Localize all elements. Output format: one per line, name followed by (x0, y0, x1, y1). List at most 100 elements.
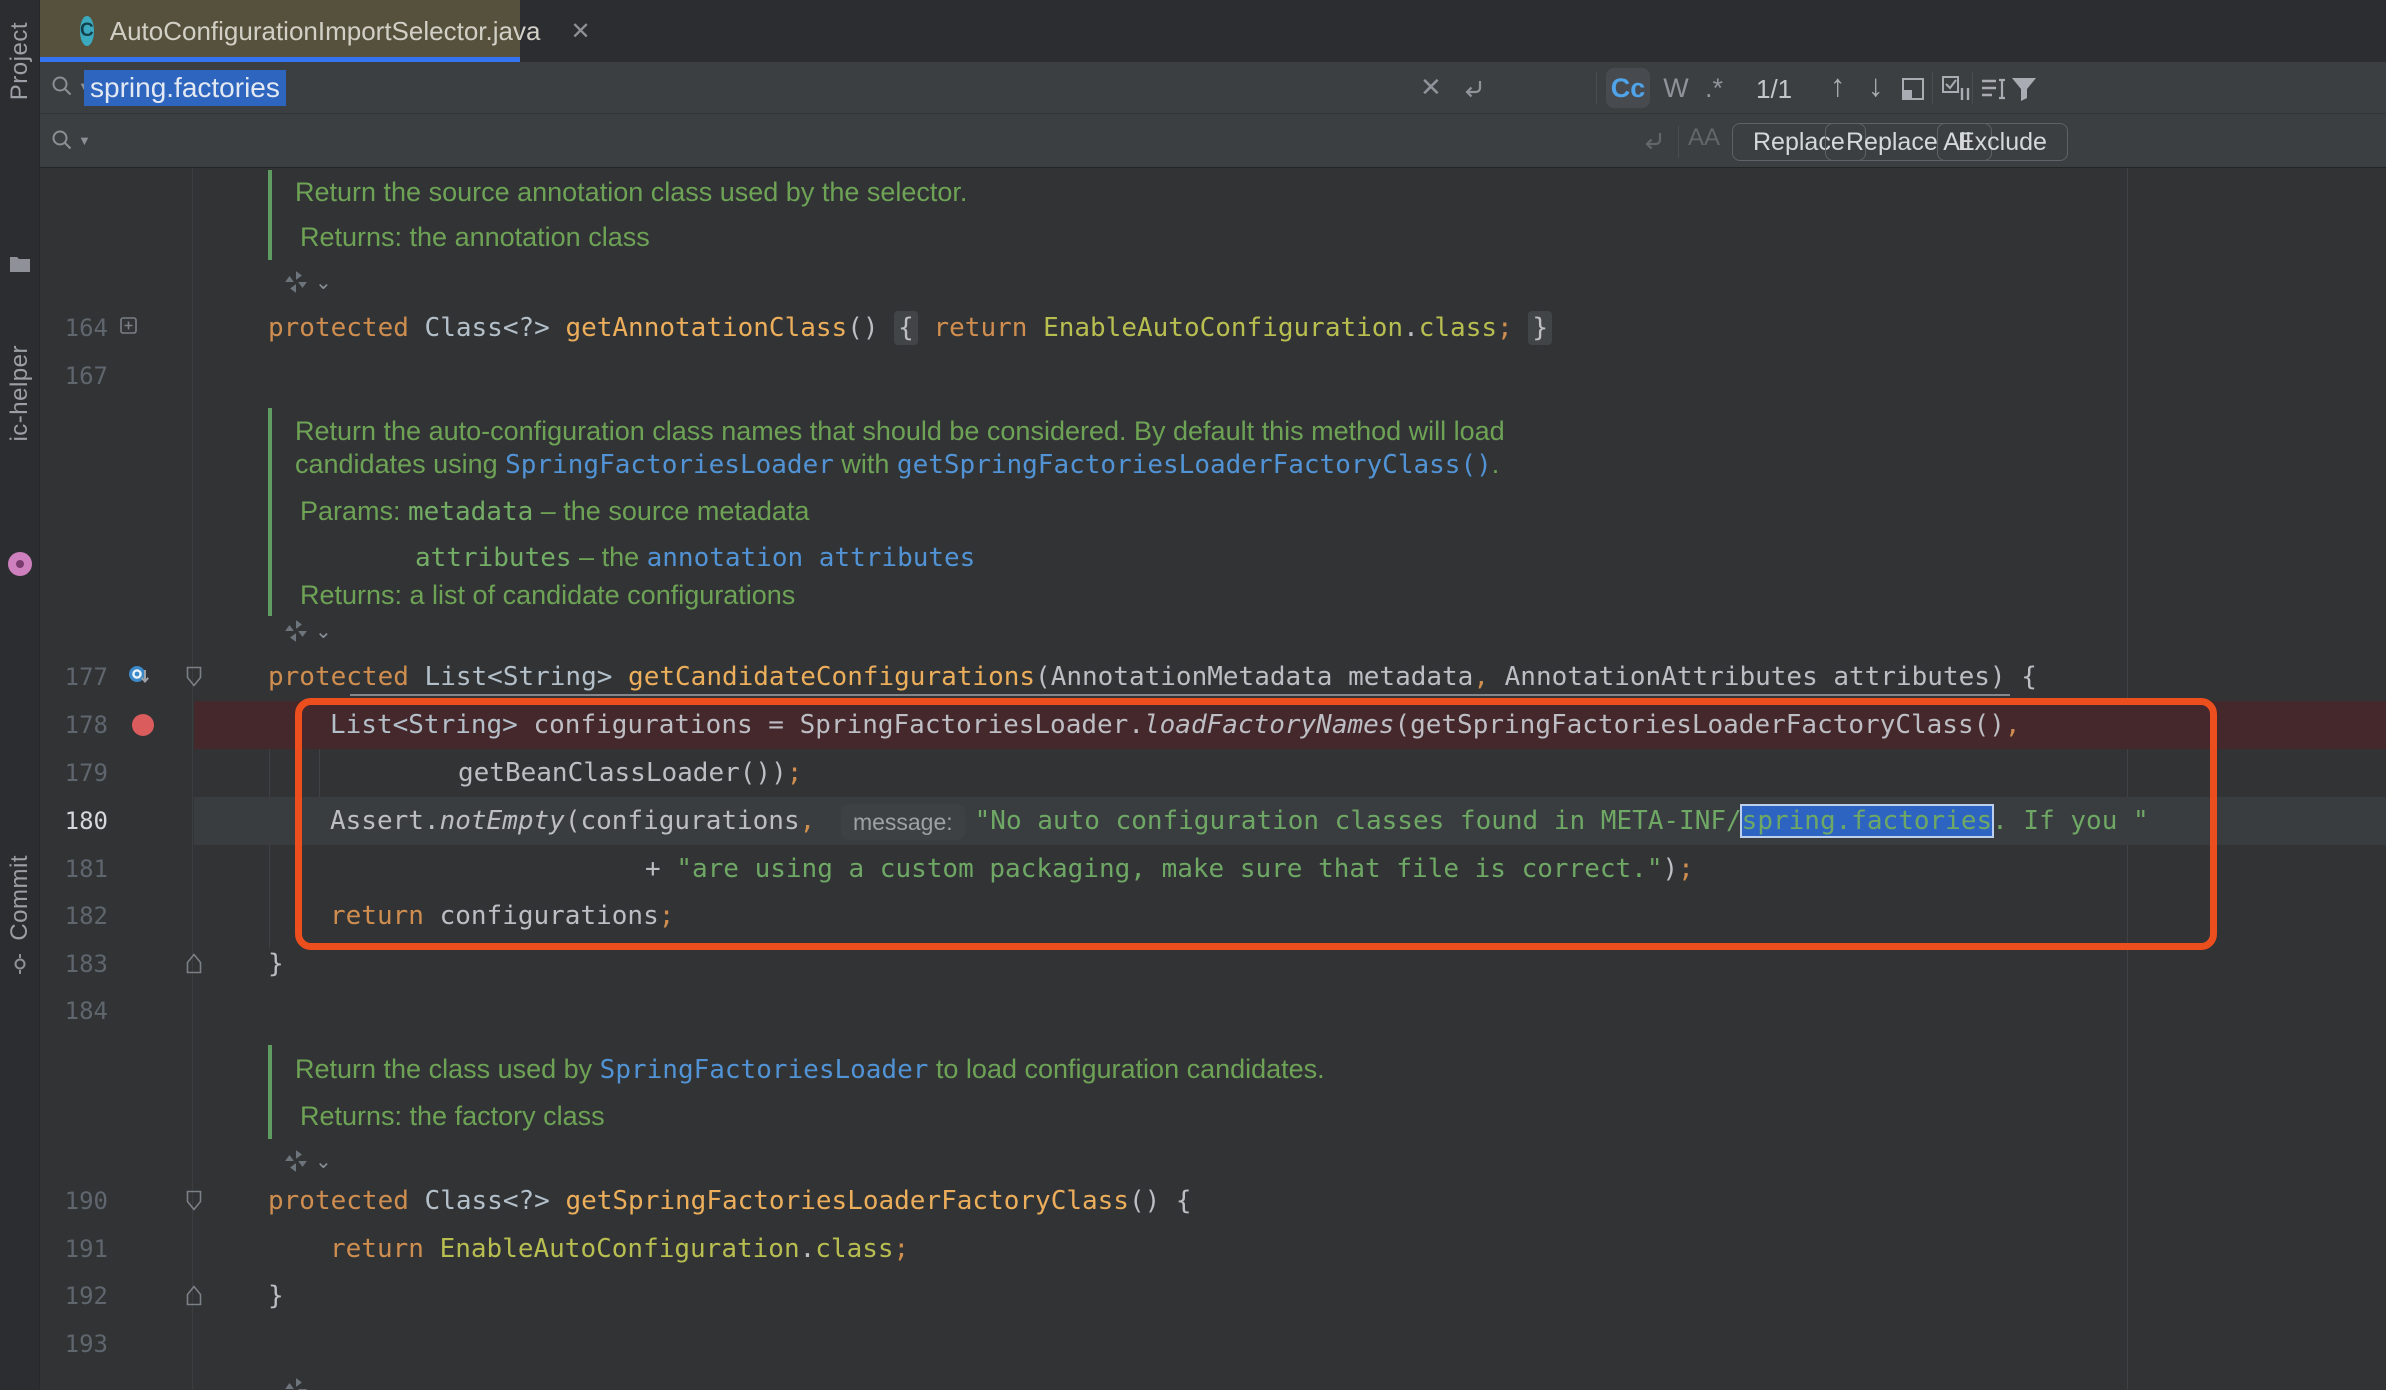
code-line: 191 return EnableAutoConfiguration.class; (40, 1225, 2386, 1273)
doc-line: Returns: the annotation class (40, 213, 2386, 261)
line-text: protected Class<?> getSpringFactoriesLoa… (268, 1177, 1192, 1225)
doc-line: Params: metadata – the source metadata (40, 487, 2386, 535)
line-text: protected List<String> getCandidateConfi… (268, 653, 2037, 701)
code-line: 193 (40, 1320, 2386, 1368)
fold-end-icon[interactable] (186, 1285, 202, 1306)
sidebar-item-ic-helper[interactable]: ic-helper (0, 345, 40, 442)
preserve-case-icon[interactable]: AA (1688, 124, 1720, 152)
line-text: Assert.notEmpty(configurations, message:… (330, 797, 2149, 845)
replace-newline-icon[interactable] (1640, 128, 1666, 154)
close-tab-icon[interactable]: ✕ (570, 17, 590, 46)
search-input[interactable]: spring.factories (84, 70, 286, 106)
doc-line: Return the class used by SpringFactories… (40, 1045, 2386, 1093)
code-line: 179 getBeanClassLoader()); (40, 749, 2386, 797)
line-number: 178 (40, 701, 108, 749)
method-actions-icon[interactable]: ⌄ (283, 1376, 332, 1390)
doc-line: Returns: the factory class (40, 1092, 2386, 1140)
line-text: Returns: a list of candidate configurati… (300, 571, 795, 619)
code-line: 164 protected Class<?> getAnnotationClass… (40, 304, 2386, 352)
line-number: 183 (40, 940, 108, 988)
commit-icon (8, 952, 32, 976)
code-line: 192} (40, 1272, 2386, 1320)
line-number: 191 (40, 1225, 108, 1273)
match-case-toggle[interactable]: Cc (1606, 68, 1650, 108)
sidebar-item-commit[interactable]: Commit (0, 855, 40, 941)
method-actions-icon[interactable]: ⌄ (283, 618, 332, 644)
code-line: 182return configurations; (40, 892, 2386, 940)
project-label: Project (6, 22, 34, 100)
line-number: 184 (40, 987, 108, 1035)
java-class-icon: C (80, 16, 94, 46)
line-number: 193 (40, 1320, 108, 1368)
find-row: ▼ spring.factories ✕ Cc W .* 1/1 ↑ ↓ (40, 62, 2386, 114)
line-number: 192 (40, 1272, 108, 1320)
line-text: } (268, 1272, 284, 1320)
editor-tab-bar: C AutoConfigurationImportSelector.java ✕ (40, 0, 2386, 62)
tab-title: AutoConfigurationImportSelector.java (110, 16, 541, 47)
method-actions-icon[interactable]: ⌄ (283, 269, 332, 295)
next-match-icon[interactable]: ↓ (1868, 68, 1884, 104)
line-text: Returns: the factory class (300, 1092, 605, 1140)
line-number: 190 (40, 1177, 108, 1225)
line-number: 167 (40, 352, 108, 400)
fold-start-icon[interactable] (186, 666, 202, 687)
newline-icon[interactable] (1460, 76, 1486, 102)
overridden-method-icon[interactable] (128, 664, 150, 688)
code-line: 184 (40, 987, 2386, 1035)
code-line: 180 Assert.notEmpty(configurations, messa… (40, 797, 2386, 845)
line-text: Returns: the annotation class (300, 213, 650, 261)
line-text: protected Class<?> getAnnotationClass() … (268, 304, 1552, 352)
left-toolwindow-bar: Project ic-helper Commit (0, 0, 40, 1390)
commit-button[interactable] (0, 952, 40, 976)
doc-line: Return the source annotation class used … (40, 168, 2386, 216)
line-number: 177 (40, 653, 108, 701)
line-text: return EnableAutoConfiguration.class; (330, 1225, 909, 1273)
editor-surface[interactable]: Return the source annotation class used … (40, 168, 2386, 1390)
replace-row: ▼ AA Replace Replace All Exclude (40, 114, 2386, 168)
line-text: Return the class used by SpringFactories… (295, 1045, 1325, 1093)
method-actions-icon[interactable]: ⌄ (283, 1148, 332, 1174)
filter-icon[interactable] (2010, 75, 2038, 103)
line-text: candidates using SpringFactoriesLoader w… (295, 440, 1499, 488)
line-number: 180 (40, 797, 108, 845)
ic-helper-label: ic-helper (6, 345, 34, 442)
line-number: 181 (40, 845, 108, 893)
line-text: + "are using a custom packaging, make su… (645, 845, 1694, 893)
fold-end-icon[interactable] (186, 953, 202, 974)
match-counter: 1/1 (1756, 74, 1792, 105)
find-replace-bar: ▼ spring.factories ✕ Cc W .* 1/1 ↑ ↓ (40, 62, 2386, 168)
folder-icon (8, 252, 32, 276)
line-number: 164 (40, 304, 108, 352)
line-text: Return the source annotation class used … (295, 168, 967, 216)
inlay-line: ⌄ (40, 1368, 2386, 1390)
regex-toggle[interactable]: .* (1692, 68, 1736, 108)
ide-window: Project ic-helper Commit C AutoConfigura… (0, 0, 2386, 1390)
select-all-matches-icon[interactable] (1942, 76, 1972, 104)
inlay-line: ⌄ (40, 261, 2386, 309)
tab-autoconfigurationimportselector[interactable]: C AutoConfigurationImportSelector.java ✕ (40, 0, 520, 62)
sidebar-item-project[interactable]: Project (0, 22, 40, 100)
code-line: 183} (40, 940, 2386, 988)
replace-input[interactable] (84, 124, 1384, 158)
fold-expand-icon[interactable] (120, 317, 137, 334)
search-in-selection-icon[interactable] (1980, 76, 2008, 104)
code-line: 181 + "are using a custom packaging, make… (40, 845, 2386, 893)
exclude-button[interactable]: Exclude (1937, 123, 2068, 161)
plugin-icon (8, 552, 32, 576)
commit-label: Commit (6, 855, 34, 941)
clear-search-icon[interactable]: ✕ (1420, 72, 1442, 103)
breakpoint-icon[interactable] (132, 714, 154, 736)
line-text: return configurations; (330, 892, 674, 940)
code-line: 190 protected Class<?> getSpringFactories… (40, 1177, 2386, 1225)
doc-line: candidates using SpringFactoriesLoader w… (40, 440, 2386, 488)
line-text: getBeanClassLoader()); (458, 749, 802, 797)
line-text: } (268, 940, 284, 988)
line-number: 179 (40, 749, 108, 797)
open-in-find-window-icon[interactable] (1900, 76, 1926, 102)
parameter-hint-chip: message: (841, 804, 965, 840)
plugin-button[interactable] (0, 552, 40, 576)
previous-match-icon[interactable]: ↑ (1830, 68, 1846, 104)
code-line: 167 (40, 352, 2386, 400)
project-folder-button[interactable] (0, 252, 40, 276)
fold-start-icon[interactable] (186, 1190, 202, 1211)
